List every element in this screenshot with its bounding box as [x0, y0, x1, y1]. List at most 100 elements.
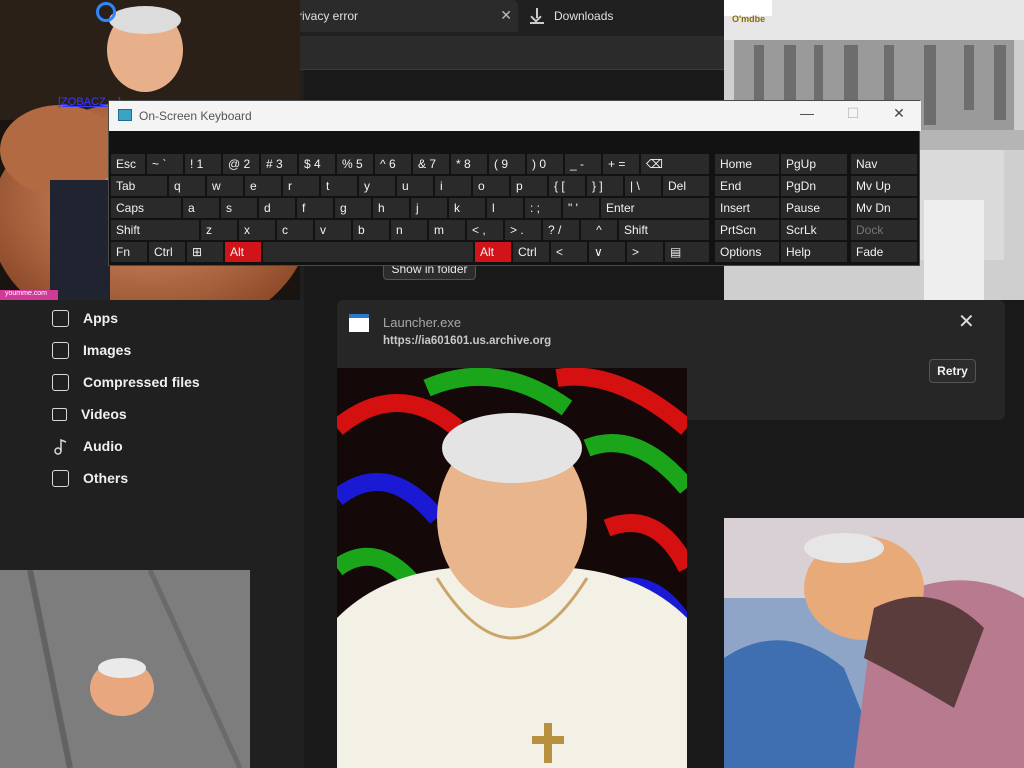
key-h[interactable]: h — [373, 198, 409, 218]
key-backspace[interactable]: ⌫ — [641, 154, 709, 174]
key-f[interactable]: f — [297, 198, 333, 218]
key-bracket-left[interactable]: { [ — [549, 176, 585, 196]
minimize-button[interactable]: — — [793, 105, 821, 121]
key-minus[interactable]: _ - — [565, 154, 601, 174]
tab-downloads[interactable]: Downloads — [520, 0, 720, 32]
key-g[interactable]: g — [335, 198, 371, 218]
key-w[interactable]: w — [207, 176, 243, 196]
key-c[interactable]: c — [277, 220, 313, 240]
close-icon[interactable]: ✕ — [958, 309, 975, 334]
sidebar-item-compressed-files[interactable]: Compressed files — [52, 370, 200, 394]
key-1[interactable]: ! 1 — [185, 154, 221, 174]
key-shift-right[interactable]: Shift — [619, 220, 709, 240]
close-button[interactable]: ✕ — [885, 105, 913, 122]
menu-key-icon[interactable]: ▤ — [665, 242, 709, 262]
key-quote[interactable]: " ' — [563, 198, 599, 218]
windows-key-icon[interactable]: ⊞ — [187, 242, 223, 262]
retry-button[interactable]: Retry — [929, 359, 976, 383]
key-pgup[interactable]: PgUp — [781, 154, 847, 174]
key-q[interactable]: q — [169, 176, 205, 196]
key-dock[interactable]: Dock — [851, 220, 917, 240]
key-caps[interactable]: Caps — [111, 198, 181, 218]
pope-scarf-image — [724, 518, 1024, 768]
key-equals[interactable]: + = — [603, 154, 639, 174]
key-6[interactable]: ^ 6 — [375, 154, 411, 174]
key-d[interactable]: d — [259, 198, 295, 218]
key-v[interactable]: v — [315, 220, 351, 240]
key-t[interactable]: t — [321, 176, 357, 196]
key-a[interactable]: a — [183, 198, 219, 218]
key-8[interactable]: * 8 — [451, 154, 487, 174]
key-alt-right[interactable]: Alt — [475, 242, 511, 262]
key-b[interactable]: b — [353, 220, 389, 240]
key-s[interactable]: s — [221, 198, 257, 218]
key-pause[interactable]: Pause — [781, 198, 847, 218]
key-del[interactable]: Del — [663, 176, 709, 196]
download-file-name[interactable]: Launcher.exe — [383, 315, 461, 330]
key-bracket-right[interactable]: } ] — [587, 176, 623, 196]
key-ctrl-left[interactable]: Ctrl — [149, 242, 185, 262]
key-z[interactable]: z — [201, 220, 237, 240]
key-scrlk[interactable]: ScrLk — [781, 220, 847, 240]
key-p[interactable]: p — [511, 176, 547, 196]
key-shift-left[interactable]: Shift — [111, 220, 199, 240]
key-alt-left[interactable]: Alt — [225, 242, 261, 262]
key-mv-dn[interactable]: Mv Dn — [851, 198, 917, 218]
key-m[interactable]: m — [429, 220, 465, 240]
key-4[interactable]: $ 4 — [299, 154, 335, 174]
key-j[interactable]: j — [411, 198, 447, 218]
key-e[interactable]: e — [245, 176, 281, 196]
key-arrow-up[interactable]: ^ — [581, 220, 617, 240]
sidebar-item-audio[interactable]: Audio — [52, 434, 123, 458]
key-space[interactable] — [263, 242, 473, 262]
key-esc[interactable]: Esc — [111, 154, 145, 174]
key-2[interactable]: @ 2 — [223, 154, 259, 174]
key-tab[interactable]: Tab — [111, 176, 167, 196]
key-arrow-left[interactable]: < — [551, 242, 587, 262]
key-prtscn[interactable]: PrtScn — [715, 220, 779, 240]
key-nav[interactable]: Nav — [851, 154, 917, 174]
key-l[interactable]: l — [487, 198, 523, 218]
key-i[interactable]: i — [435, 176, 471, 196]
key-home[interactable]: Home — [715, 154, 779, 174]
key-slash[interactable]: ? / — [543, 220, 579, 240]
key-3[interactable]: # 3 — [261, 154, 297, 174]
key-arrow-right[interactable]: > — [627, 242, 663, 262]
sidebar-item-images[interactable]: Images — [52, 338, 131, 362]
close-icon[interactable]: ✕ — [500, 7, 512, 24]
key-r[interactable]: r — [283, 176, 319, 196]
key-o[interactable]: o — [473, 176, 509, 196]
key-y[interactable]: y — [359, 176, 395, 196]
key-fn[interactable]: Fn — [111, 242, 147, 262]
key-x[interactable]: x — [239, 220, 275, 240]
key-u[interactable]: u — [397, 176, 433, 196]
osk-title: On-Screen Keyboard — [139, 109, 252, 123]
key-5[interactable]: % 5 — [337, 154, 373, 174]
key-semicolon[interactable]: : ; — [525, 198, 561, 218]
key-tilde[interactable]: ~ ` — [147, 154, 183, 174]
key-9[interactable]: ( 9 — [489, 154, 525, 174]
key-end[interactable]: End — [715, 176, 779, 196]
maximize-button[interactable]: ☐ — [839, 105, 867, 122]
sidebar-item-others[interactable]: Others — [52, 466, 128, 490]
key-insert[interactable]: Insert — [715, 198, 779, 218]
sidebar-item-videos[interactable]: Videos — [52, 402, 127, 426]
osk-title-bar[interactable]: On-Screen Keyboard — ☐ ✕ — [109, 101, 921, 131]
key-arrow-down[interactable]: ∨ — [589, 242, 625, 262]
key-0[interactable]: ) 0 — [527, 154, 563, 174]
tab-privacy-error[interactable]: rivacy error ✕ — [290, 0, 518, 32]
key-pgdn[interactable]: PgDn — [781, 176, 847, 196]
key-fade[interactable]: Fade — [851, 242, 917, 262]
key-k[interactable]: k — [449, 198, 485, 218]
key-enter[interactable]: Enter — [601, 198, 709, 218]
key-help[interactable]: Help — [781, 242, 847, 262]
key-7[interactable]: & 7 — [413, 154, 449, 174]
key-period[interactable]: > . — [505, 220, 541, 240]
key-backslash[interactable]: | \ — [625, 176, 661, 196]
key-n[interactable]: n — [391, 220, 427, 240]
key-comma[interactable]: < , — [467, 220, 503, 240]
key-ctrl-right[interactable]: Ctrl — [513, 242, 549, 262]
key-mv-up[interactable]: Mv Up — [851, 176, 917, 196]
key-options[interactable]: Options — [715, 242, 779, 262]
sidebar-item-apps[interactable]: Apps — [52, 306, 118, 330]
